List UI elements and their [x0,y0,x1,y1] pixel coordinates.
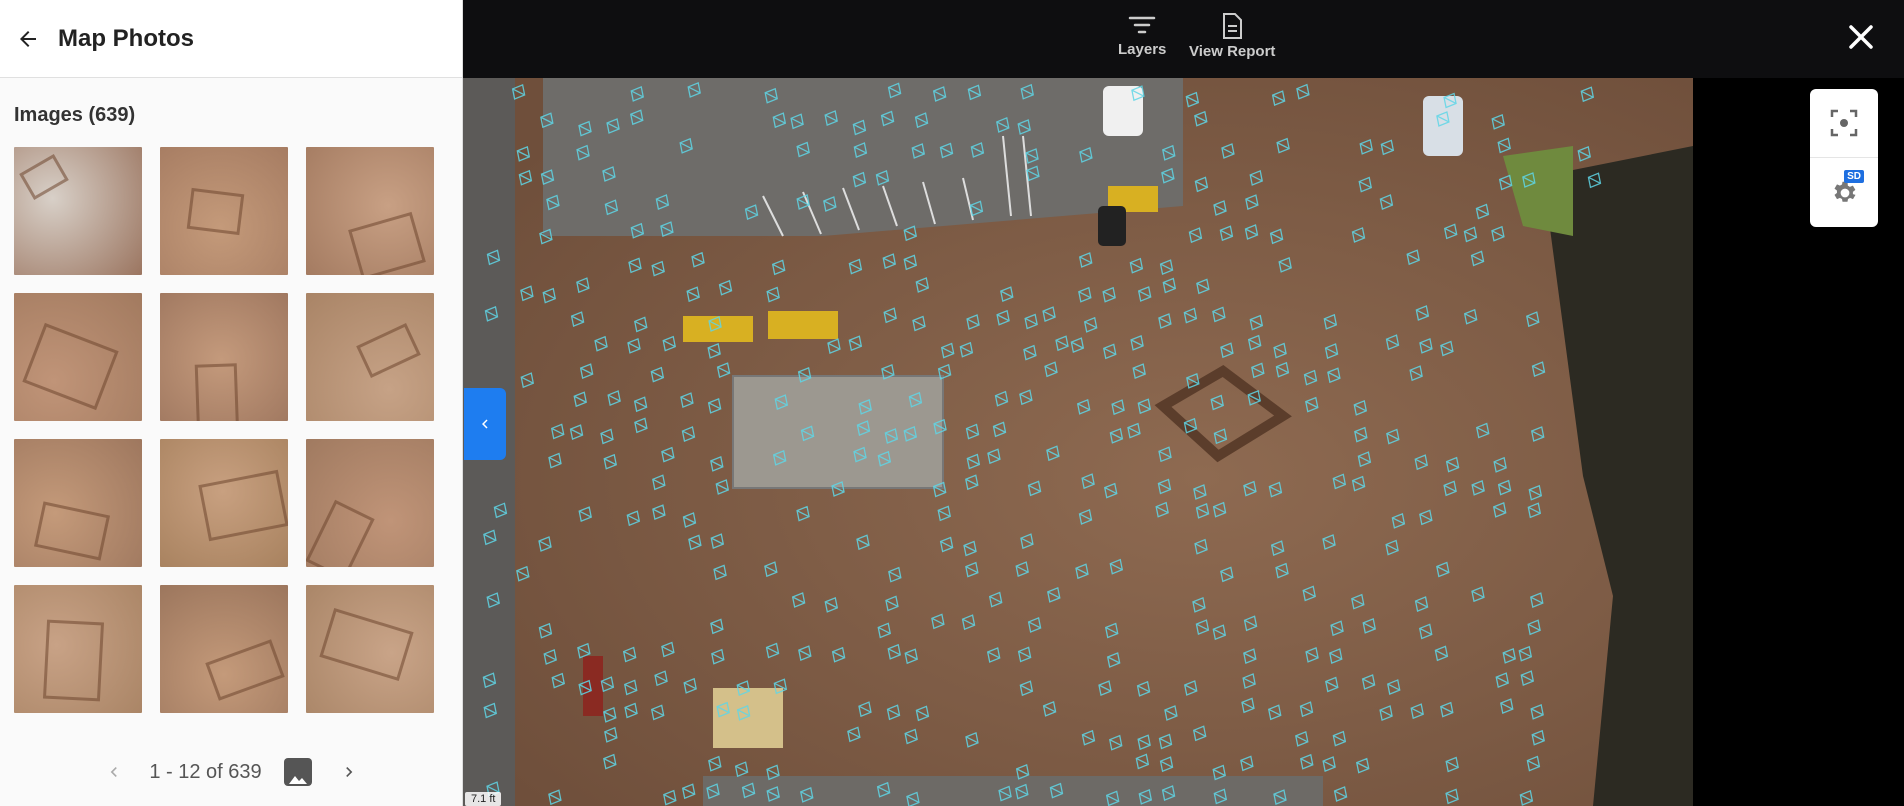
photo-thumbnail[interactable] [14,585,142,713]
close-icon [1849,25,1873,49]
photo-thumbnail[interactable] [160,585,288,713]
settings-button[interactable]: SD [1810,158,1878,227]
photo-thumbnail[interactable] [306,293,434,421]
focus-button[interactable] [1810,89,1878,158]
chevron-left-icon [111,767,118,777]
orthomosaic-image [463,76,1693,806]
layers-icon [1128,16,1156,34]
view-report-button[interactable]: View Report [1189,12,1275,60]
photo-thumbnail[interactable] [306,439,434,567]
trench-outline [306,499,375,567]
scale-bar: 7.1 ft [465,792,502,806]
photo-thumbnail[interactable] [160,147,288,275]
photo-thumbnail[interactable] [306,585,434,713]
chevron-right-icon [345,767,352,777]
page-title: Map Photos [58,24,194,52]
sd-badge: SD [1844,170,1864,183]
report-icon [1223,13,1243,39]
photo-thumbnail[interactable] [14,147,142,275]
trench-outline [22,322,119,411]
orthomosaic-map[interactable] [463,76,1693,806]
photo-thumbnail[interactable] [160,439,288,567]
chevron-left-icon [482,419,488,429]
layers-label: Layers [1118,41,1167,58]
image-icon [288,776,307,784]
image-view-button[interactable] [283,758,312,786]
trench-outline [348,211,426,275]
trench-outline [319,607,414,682]
trench-outline [194,363,240,421]
back-button[interactable] [14,25,42,53]
close-button[interactable] [1844,20,1878,54]
focus-icon [1830,109,1858,137]
sidebar-header: Map Photos [0,0,462,78]
pagination-label: 1 - 12 of 639 [149,760,262,783]
photo-thumbnail[interactable] [160,293,288,421]
photos-sidebar: Map Photos Images (639) 1 - 12 of 639 [0,0,463,806]
thumbnail-grid [14,147,448,713]
images-heading: Images (639) [14,104,136,126]
trench-outline [186,187,245,236]
photo-thumbnail[interactable] [306,147,434,275]
map-toolbar [463,0,1904,78]
trench-outline [33,501,111,561]
collapse-sidebar-button[interactable] [464,388,506,460]
trench-outline [198,469,288,542]
map-viewer[interactable]: Layers View Report SD 7.1 ft [463,0,1904,806]
next-page-button[interactable] [334,757,364,787]
view-report-label: View Report [1189,43,1276,60]
trench-outline [19,154,69,200]
layers-button[interactable]: Layers [1118,12,1166,58]
trench-outline [356,323,421,378]
map-controls-panel: SD [1810,89,1878,227]
photo-thumbnail[interactable] [14,439,142,567]
trench-outline [42,619,105,702]
prev-page-button[interactable] [99,757,129,787]
photo-thumbnail[interactable] [14,293,142,421]
arrow-left-icon [20,30,36,47]
trench-outline [205,639,285,701]
pagination: 1 - 12 of 639 [0,757,463,787]
